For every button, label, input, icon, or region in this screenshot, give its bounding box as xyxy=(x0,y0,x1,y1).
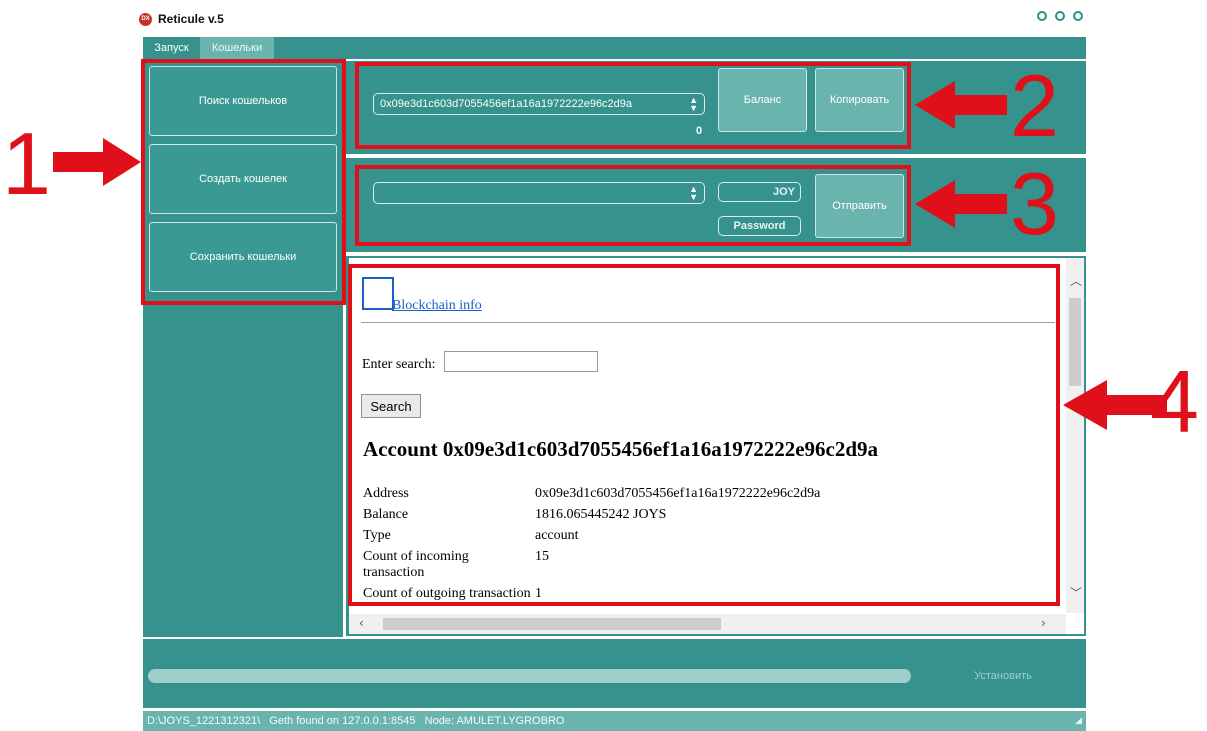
annotation-box-1 xyxy=(141,59,346,305)
vertical-scroll-thumb[interactable] xyxy=(1069,298,1081,386)
scroll-right-icon[interactable]: › xyxy=(1041,616,1046,630)
scroll-up-icon[interactable]: ︿ xyxy=(1070,272,1082,289)
annotation-arrow-3-icon xyxy=(915,180,1007,228)
annotation-number-1: 1 xyxy=(2,114,51,213)
scroll-left-icon[interactable]: ‹ xyxy=(359,616,364,630)
annotation-arrow-1-icon xyxy=(53,138,141,186)
annotation-number-2: 2 xyxy=(1010,56,1059,155)
vertical-scrollbar[interactable]: ︿ ﹀ xyxy=(1066,258,1084,613)
app-title: Reticule v.5 xyxy=(158,12,224,26)
annotation-box-2 xyxy=(355,62,911,149)
horizontal-scrollbar[interactable]: ‹ › xyxy=(349,614,1066,634)
scroll-down-icon[interactable]: ﹀ xyxy=(1070,584,1082,601)
annotation-box-4 xyxy=(348,264,1060,606)
tab-launch[interactable]: Запуск xyxy=(143,37,200,59)
minimize-circle-icon[interactable] xyxy=(1037,11,1047,21)
tab-bar: Запуск Кошельки xyxy=(143,37,1086,59)
status-bar: D:\JOYS_1221312321\ Geth found on 127.0.… xyxy=(143,711,1086,731)
horizontal-scroll-thumb[interactable] xyxy=(383,618,721,630)
annotation-number-4: 4 xyxy=(1150,352,1199,451)
app-logo-icon: DX xyxy=(139,12,152,26)
annotation-number-3: 3 xyxy=(1010,154,1059,253)
install-area: Установить xyxy=(143,639,1086,708)
progress-bar xyxy=(148,669,911,683)
window-controls xyxy=(1037,11,1083,21)
tab-wallets[interactable]: Кошельки xyxy=(200,37,274,59)
maximize-circle-icon[interactable] xyxy=(1055,11,1065,21)
annotation-box-3 xyxy=(355,165,911,246)
app-title-bar: DX Reticule v.5 xyxy=(139,8,224,30)
close-circle-icon[interactable] xyxy=(1073,11,1083,21)
install-button[interactable]: Установить xyxy=(943,662,1063,690)
annotation-arrow-2-icon xyxy=(915,81,1007,129)
status-text: D:\JOYS_1221312321\ Geth found on 127.0.… xyxy=(147,715,565,727)
resize-grip-icon[interactable]: ◢ xyxy=(1075,715,1082,726)
